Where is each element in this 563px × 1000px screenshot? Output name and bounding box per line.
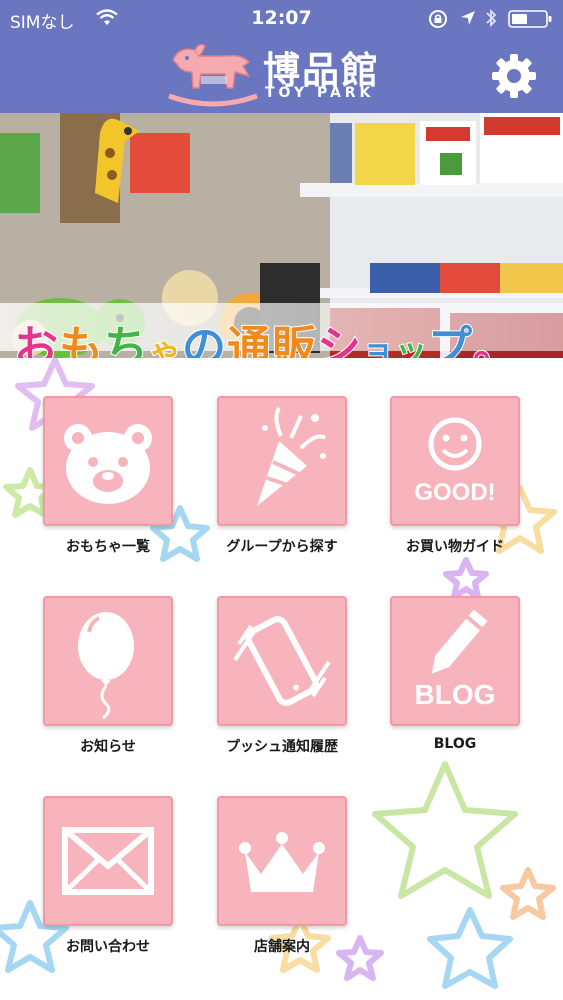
menu-tile-contact[interactable] [43,796,173,926]
shop-banner[interactable]: おもちゃの通販ショップ。 [0,113,563,358]
menu-label-group-search: グループから探す [226,539,338,555]
party-popper-icon [257,406,327,506]
crown-icon [239,832,325,892]
banner-title: おもちゃの通販ショップ。 [13,321,519,358]
rotation-lock-icon [429,10,447,28]
pencil-blog-icon: BLOG [415,609,496,710]
battery-icon [508,10,552,28]
status-bar: SIMなし 12:07 [0,0,563,38]
menu-label-toy-list: おもちゃ一覧 [66,539,150,555]
menu-label-contact: お問い合わせ [66,939,150,955]
menu-tile-store-info[interactable] [217,796,347,926]
menu-tile-push-history[interactable] [217,596,347,726]
app-header: 博品館 TOY PARK [0,38,563,113]
app-top-area: SIMなし 12:07 博品館 TOY PARK [0,0,563,113]
settings-gear-icon[interactable] [490,52,538,100]
envelope-icon [62,827,154,895]
smiley-good-icon: GOOD! [414,417,496,506]
menu-tile-shopping-guide[interactable]: GOOD! [390,396,520,526]
rocking-horse-icon [168,43,258,107]
brand-name-en: TOY PARK [265,85,375,101]
menu-label-blog: BLOG [433,736,477,752]
good-icon-text: GOOD! [414,479,495,506]
menu-label-store-info: 店舗案内 [254,939,310,955]
vibrating-phone-icon [233,616,331,706]
menu-label-push-history: プッシュ通知履歴 [226,739,338,755]
menu-tile-group-search[interactable] [217,396,347,526]
menu-label-news: お知らせ [80,739,136,755]
bluetooth-icon [486,8,497,28]
menu-label-shopping-guide: お買い物ガイド [406,539,504,555]
status-time: 12:07 [251,7,312,29]
menu-grid: おもちゃ一覧 グループから探す GOOD! お買い物ガイド お知らせ プッシュ通… [0,358,563,1000]
menu-tile-news[interactable] [43,596,173,726]
bear-icon [64,424,152,504]
blog-icon-text: BLOG [415,679,496,710]
toy-park-logo[interactable]: 博品館 TOY PARK [165,42,395,108]
balloon-icon [78,612,134,720]
menu-tile-toy-list[interactable] [43,396,173,526]
menu-tile-blog[interactable]: BLOG [390,596,520,726]
location-arrow-icon [461,11,475,25]
